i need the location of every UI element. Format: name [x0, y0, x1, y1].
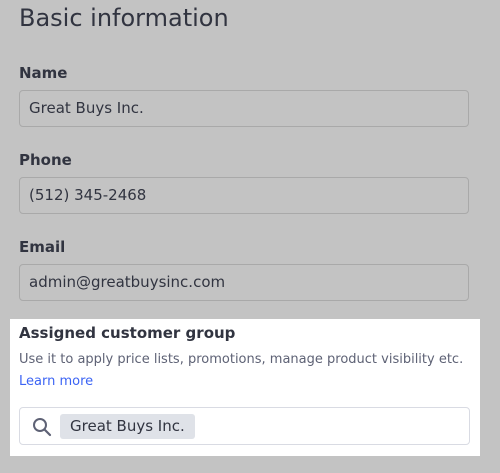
customer-group-tag[interactable]: Great Buys Inc.: [60, 414, 195, 439]
phone-field[interactable]: (512) 345-2468: [19, 177, 469, 214]
name-label: Name: [19, 64, 68, 82]
search-icon: [33, 418, 52, 437]
name-field[interactable]: Great Buys Inc.: [19, 90, 469, 127]
learn-more-link[interactable]: Learn more: [19, 374, 93, 389]
customer-group-panel: Assigned customer group Use it to apply …: [10, 319, 480, 456]
email-label: Email: [19, 238, 66, 256]
email-field[interactable]: admin@greatbuysinc.com: [19, 264, 469, 301]
customer-group-description: Use it to apply price lists, promotions,…: [19, 352, 464, 367]
customer-group-title: Assigned customer group: [19, 324, 236, 342]
phone-label: Phone: [19, 151, 72, 169]
page-title: Basic information: [19, 4, 229, 32]
customer-group-search-input[interactable]: Great Buys Inc.: [19, 407, 470, 445]
